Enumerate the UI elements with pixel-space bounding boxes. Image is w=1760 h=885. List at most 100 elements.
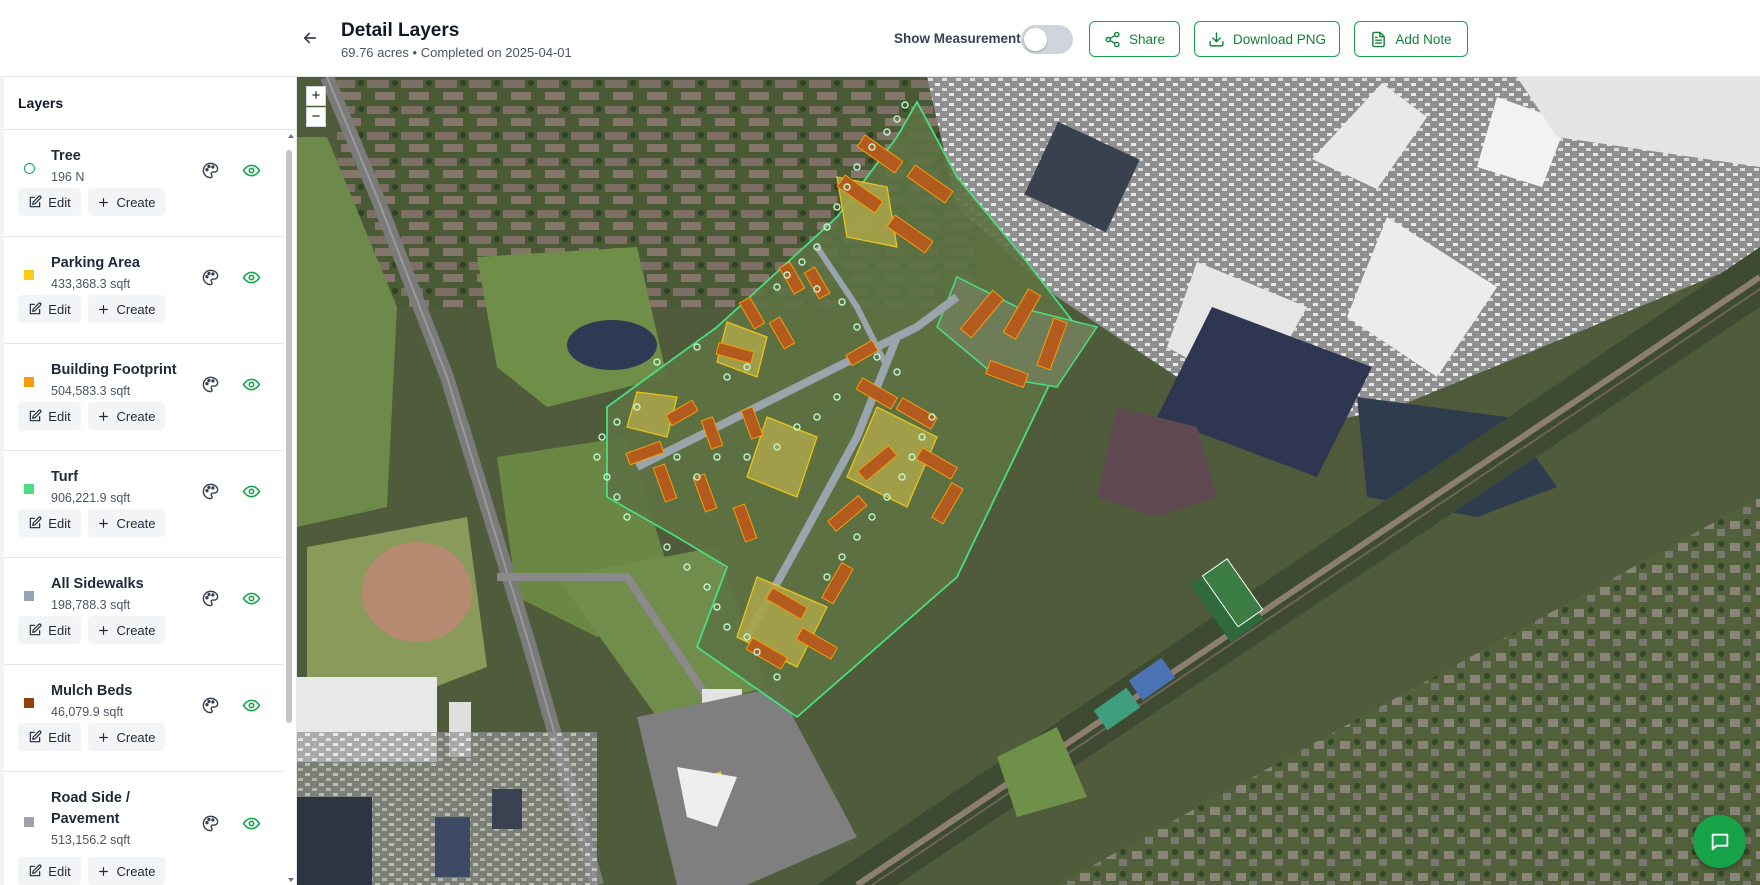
share-icon [1105, 31, 1120, 47]
layer-name: All Sidewalks [51, 576, 144, 592]
back-button[interactable] [298, 26, 322, 50]
page-subtitle: 69.76 acres • Completed on 2025-04-01 [341, 45, 572, 60]
palette-icon [202, 376, 218, 392]
satellite-map[interactable] [297, 77, 1760, 885]
layer-visibility-toggle[interactable] [240, 587, 262, 609]
plus-icon [99, 518, 109, 528]
layer-style-button[interactable] [199, 812, 221, 834]
edit-icon [30, 302, 42, 315]
palette-icon [202, 697, 218, 713]
layer-color-swatch [24, 817, 34, 827]
layer-visibility-toggle[interactable] [240, 373, 262, 395]
edit-label: Edit [48, 515, 71, 531]
layer-color-swatch [24, 270, 34, 280]
layer-edit-button[interactable]: Edit [18, 857, 81, 885]
edit-label: Edit [48, 194, 71, 210]
create-label: Create [116, 301, 156, 317]
layer-name: Mulch Beds [51, 683, 133, 699]
chat-button[interactable] [1693, 815, 1746, 868]
layer-edit-button[interactable]: Edit [18, 616, 81, 644]
layer-name: Road Side / Pavement [51, 790, 130, 827]
layer-visibility-toggle[interactable] [240, 159, 262, 181]
sidebar-title: Layers [18, 95, 64, 111]
layer-edit-button[interactable]: Edit [18, 188, 81, 216]
download-png-button[interactable]: Download PNG [1194, 21, 1340, 57]
layer-create-button[interactable]: Create [88, 295, 165, 323]
layer-style-button[interactable] [199, 373, 221, 395]
layer-style-button[interactable] [199, 266, 221, 288]
layer-edit-button[interactable]: Edit [18, 402, 81, 430]
layer-visibility-toggle[interactable] [240, 480, 262, 502]
edit-icon [30, 730, 42, 743]
layer-row: Turf 906,221.9 sqft Edit Create [4, 451, 284, 558]
layer-measurement: 513,156.2 sqft [51, 833, 131, 847]
create-label: Create [116, 622, 156, 638]
palette-icon [202, 162, 218, 178]
download-icon [1209, 31, 1224, 47]
layer-create-button[interactable]: Create [88, 857, 165, 885]
layer-edit-button[interactable]: Edit [18, 723, 81, 751]
edit-label: Edit [48, 408, 71, 424]
layer-style-button[interactable] [199, 159, 221, 181]
zoom-in-button[interactable]: + [306, 86, 326, 106]
edit-label: Edit [48, 729, 71, 745]
layer-row: All Sidewalks 198,788.3 sqft Edit Create [4, 558, 284, 665]
share-button[interactable]: Share [1089, 21, 1180, 57]
eye-icon [242, 271, 260, 283]
layer-row: Building Footprint 504,583.3 sqft Edit Crea… [4, 344, 284, 451]
layer-name: Building Footprint [51, 362, 177, 378]
plus-icon [99, 866, 109, 876]
zoom-out-button[interactable]: − [306, 107, 326, 127]
layer-measurement: 46,079.9 sqft [51, 705, 124, 719]
layer-name: Tree [51, 148, 81, 164]
layer-row: Parking Area 433,368.3 sqft Edit Create [4, 237, 284, 344]
scroll-up-arrow-icon [288, 134, 294, 138]
layer-measurement: 198,788.3 sqft [51, 598, 131, 612]
layer-visibility-toggle[interactable] [240, 266, 262, 288]
download-png-label: Download PNG [1232, 31, 1327, 47]
edit-label: Edit [48, 301, 71, 317]
layer-row: Mulch Beds 46,079.9 sqft Edit Create [4, 665, 284, 772]
sidebar-scroll-thumb[interactable] [286, 150, 292, 723]
layer-style-button[interactable] [199, 694, 221, 716]
layer-row: Tree 196 N Edit Create [4, 130, 284, 237]
palette-icon [202, 590, 218, 606]
layer-color-swatch [24, 377, 34, 387]
layer-visibility-toggle[interactable] [240, 694, 262, 716]
edit-label: Edit [48, 622, 71, 638]
layer-create-button[interactable]: Create [88, 616, 165, 644]
layer-measurement: 504,583.3 sqft [51, 384, 131, 398]
layer-edit-button[interactable]: Edit [18, 509, 81, 537]
show-measurements-toggle[interactable] [1021, 25, 1073, 54]
layer-create-button[interactable]: Create [88, 188, 165, 216]
layer-create-button[interactable]: Create [88, 509, 165, 537]
layer-color-swatch [24, 484, 34, 494]
layer-measurement: 196 N [51, 170, 85, 184]
layer-name: Parking Area [51, 255, 140, 271]
top-header: Detail Layers 69.76 acres • Completed on… [0, 0, 1760, 77]
add-note-label: Add Note [1395, 31, 1452, 47]
scroll-down-arrow-icon [288, 878, 294, 882]
eye-icon [242, 378, 260, 390]
layer-visibility-toggle[interactable] [240, 812, 262, 834]
app-root: Detail Layers 69.76 acres • Completed on… [0, 0, 1760, 885]
layer-style-button[interactable] [199, 587, 221, 609]
palette-icon [202, 483, 218, 499]
chat-bubble-icon [1711, 833, 1728, 850]
layer-measurement: 433,368.3 sqft [51, 277, 131, 291]
add-note-button[interactable]: Add Note [1354, 21, 1468, 57]
create-label: Create [116, 515, 156, 531]
edit-icon [30, 623, 42, 636]
create-label: Create [116, 863, 156, 879]
layer-create-button[interactable]: Create [88, 723, 165, 751]
eye-icon [242, 817, 260, 829]
map-canvas [297, 77, 1760, 885]
page-title: Detail Layers [341, 20, 460, 41]
layer-style-button[interactable] [199, 480, 221, 502]
layer-create-button[interactable]: Create [88, 402, 165, 430]
show-measurements-label: Show Measurements [894, 31, 1029, 46]
layer-row: Road Side / Pavement 513,156.2 sqft Edit Cr… [4, 772, 284, 885]
create-label: Create [116, 729, 156, 745]
edit-icon [30, 864, 42, 877]
layer-edit-button[interactable]: Edit [18, 295, 81, 323]
